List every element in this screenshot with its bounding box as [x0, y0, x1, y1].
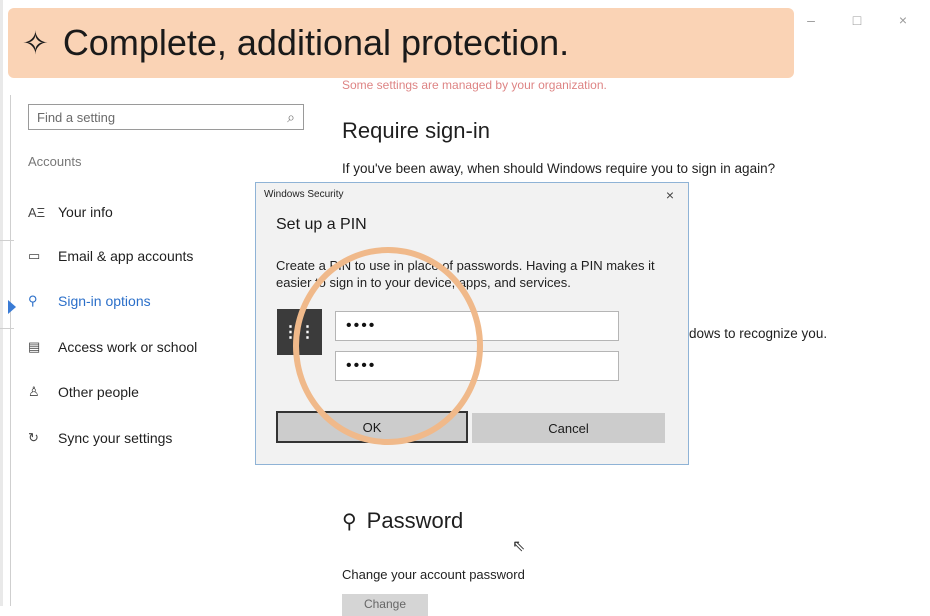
ok-button[interactable]: OK: [276, 411, 468, 443]
sidebar-item-label: Access work or school: [58, 339, 198, 355]
password-section-title: ⚲ Password: [342, 508, 463, 534]
require-sign-in-title: Require sign-in: [342, 118, 490, 143]
org-notice: Some settings are managed by your organi…: [342, 78, 607, 92]
sidebar-item-label: Your info: [58, 204, 113, 220]
minimize-button[interactable]: –: [804, 12, 818, 28]
recognize-text: dows to recognize you.: [689, 326, 828, 341]
confirm-pin-input[interactable]: ••••: [335, 351, 619, 381]
sidebar-item-work-school[interactable]: ▤ Access work or school: [28, 335, 197, 359]
sidebar-header: Accounts: [28, 154, 82, 169]
sidebar-item-sync[interactable]: ↻ Sync your settings: [28, 426, 172, 450]
briefcase-icon: ▤: [28, 339, 41, 354]
key-icon: ⚲: [28, 293, 38, 308]
close-icon[interactable]: ×: [666, 187, 674, 203]
divider: [0, 240, 14, 241]
divider: [0, 328, 14, 329]
pin-dialog: Windows Security × Set up a PIN Create a…: [255, 182, 689, 465]
search-placeholder: Find a setting: [37, 109, 116, 125]
window-controls: – □ ×: [804, 12, 910, 28]
sidebar-item-your-info[interactable]: AΞ Your info: [28, 200, 113, 224]
sidebar-item-label: Email & app accounts: [58, 248, 194, 264]
require-sign-in-question: If you've been away, when should Windows…: [342, 161, 776, 176]
sidebar-item-label: Other people: [58, 384, 139, 400]
window-edge: [0, 0, 3, 606]
sparkle-icon: ✧: [22, 25, 49, 61]
change-password-button[interactable]: Change: [342, 594, 428, 616]
pin-keypad-icon: ⋮⋮: [277, 309, 322, 355]
cancel-button[interactable]: Cancel: [472, 413, 665, 443]
password-description: Change your account password: [342, 567, 525, 582]
people-icon: ♙: [28, 384, 40, 399]
sidebar-item-email[interactable]: ▭ Email & app accounts: [28, 244, 193, 268]
search-icon[interactable]: ⌕: [287, 109, 295, 126]
pin-input[interactable]: ••••: [335, 311, 619, 341]
divider: [10, 95, 11, 606]
sync-icon: ↻: [28, 430, 39, 445]
caption-banner: ✧ Complete, additional protection.: [8, 8, 794, 78]
mouse-cursor-icon: ⇖: [512, 538, 526, 555]
sidebar-item-label: Sync your settings: [58, 430, 173, 446]
sidebar-item-label: Sign-in options: [58, 293, 151, 309]
search-input[interactable]: Find a setting ⌕: [28, 104, 304, 130]
mail-icon: ▭: [28, 248, 41, 263]
person-card-icon: AΞ: [28, 204, 46, 220]
sidebar-item-sign-in-options[interactable]: ⚲ Sign-in options: [28, 289, 151, 313]
dialog-description: Create a PIN to use in place of password…: [276, 258, 655, 290]
maximize-button[interactable]: □: [850, 12, 864, 28]
sidebar-item-other-people[interactable]: ♙ Other people: [28, 380, 139, 404]
key-icon: ⚲: [342, 510, 357, 533]
password-title-label: Password: [366, 508, 464, 533]
dialog-heading: Set up a PIN: [276, 216, 367, 233]
close-window-button[interactable]: ×: [896, 12, 910, 28]
dialog-caption: Windows Security: [264, 189, 344, 200]
banner-text: Complete, additional protection.: [62, 22, 570, 63]
active-indicator-icon: [8, 300, 16, 314]
